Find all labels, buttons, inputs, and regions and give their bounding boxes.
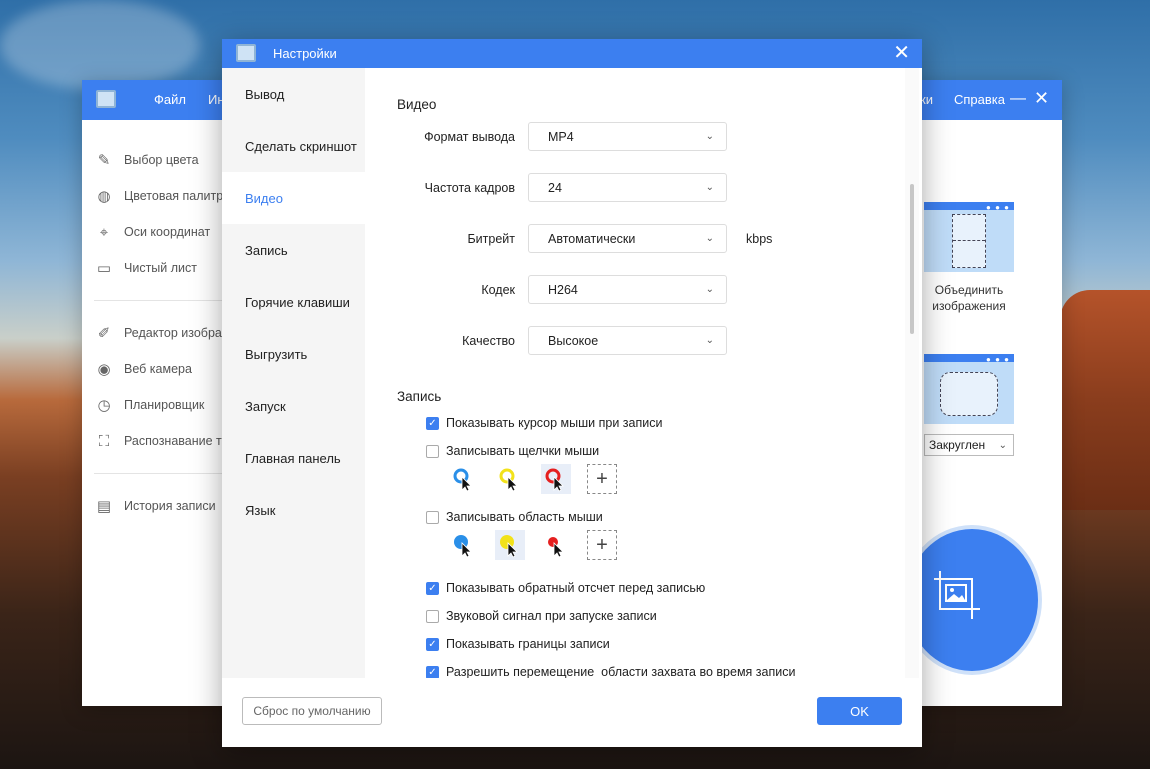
add-area-style-button[interactable]: + [587,530,617,560]
nav-startup[interactable]: Запуск [222,380,365,432]
record-area-option[interactable]: Записывать область мыши [426,510,603,524]
checkbox-unchecked[interactable] [426,609,439,623]
record-clicks-option[interactable]: Записывать щелчки мыши [426,444,599,458]
whiteboard-icon: ▭ [96,260,112,277]
countdown-option[interactable]: ✓ Показывать обратный отсчет перед запис… [426,581,705,595]
bitrate-label: Битрейт [467,232,515,246]
add-click-style-button[interactable]: + [587,464,617,494]
dialog-title: Настройки [273,46,337,61]
nav-main-panel[interactable]: Главная панель [222,432,365,484]
fps-label: Частота кадров [424,181,515,195]
format-select[interactable]: MP4 ⌄ [528,122,727,151]
merge-images-icon [952,214,986,268]
menu-file[interactable]: Файл [154,92,186,107]
fps-select[interactable]: 24 ⌄ [528,173,727,202]
nav-record[interactable]: Запись [222,224,365,276]
video-section-title: Видео [397,97,437,112]
quality-select[interactable]: Высокое ⌄ [528,326,727,355]
codec-label: Кодек [481,283,515,297]
scrollbar-thumb[interactable] [910,184,914,334]
checkbox-checked[interactable]: ✓ [426,581,439,595]
bitrate-unit: kbps [746,232,773,246]
dialog-titlebar: Настройки ✕ [222,39,922,68]
minimize-button[interactable]: — [1010,90,1026,108]
settings-content: Видео Формат вывода MP4 ⌄ Частота кадров… [365,68,905,678]
chevron-down-icon: ⌄ [705,284,714,295]
move-area-option[interactable]: ✓ Разрешить перемещение области захвата … [426,665,795,678]
rounded-select[interactable]: Закруглен ⌄ [924,434,1014,456]
nav-video[interactable]: Видео [222,172,365,224]
dialog-footer: Сброс по умолчанию OK [222,678,922,747]
chevron-down-icon: ⌄ [998,439,1007,451]
ok-button[interactable]: OK [817,697,902,725]
close-icon[interactable]: ✕ [893,42,910,64]
click-cursor-yellow[interactable] [495,464,525,494]
window-dots-icon: ● ● ● [986,355,1010,364]
nav-output[interactable]: Вывод [222,68,365,120]
click-cursor-blue[interactable] [449,464,479,494]
settings-nav: Вывод Сделать скриншот Видео Запись Горя… [222,68,365,678]
divider [94,473,224,474]
right-panel: ● ● ● Объединить изображения ● ● ● Закру… [924,202,1024,456]
quality-label: Качество [462,334,515,348]
scrollbar-track[interactable] [905,68,919,678]
format-label: Формат вывода [424,130,515,144]
checkbox-unchecked[interactable] [426,444,439,458]
screenshot-button[interactable] [902,525,1042,675]
record-section-title: Запись [397,389,442,404]
checkbox-unchecked[interactable] [426,510,439,524]
area-cursor-yellow[interactable] [495,530,525,560]
history-icon: ▤ [96,498,112,515]
codec-select[interactable]: H264 ⌄ [528,275,727,304]
merge-images-label: Объединить изображения [932,283,1006,313]
merge-images-card[interactable]: ● ● ● [924,202,1014,272]
nav-hotkeys[interactable]: Горячие клавиши [222,276,365,328]
desert-background [1060,290,1150,510]
borders-option[interactable]: ✓ Показывать границы записи [426,637,610,651]
beep-option[interactable]: Звуковой сигнал при запуске записи [426,609,657,623]
main-close-button[interactable]: ✕ [1034,88,1049,109]
settings-dialog: Настройки ✕ Вывод Сделать скриншот Видео… [222,39,922,747]
webcam-icon: ◉ [97,361,111,378]
chevron-down-icon: ⌄ [705,233,714,244]
reset-defaults-button[interactable]: Сброс по умолчанию [242,697,382,725]
checkbox-checked[interactable]: ✓ [426,665,439,678]
image-editor-icon: ✐ [97,325,111,342]
menu-help[interactable]: Справка [954,92,1005,107]
chevron-down-icon: ⌄ [705,131,714,142]
click-cursor-styles: + [449,464,617,494]
chevron-down-icon: ⌄ [705,182,714,193]
app-logo-icon [236,44,256,62]
app-logo-icon [96,90,116,108]
rounded-corners-card[interactable]: ● ● ● [924,354,1014,424]
checkbox-checked[interactable]: ✓ [426,637,439,651]
bitrate-select[interactable]: Автоматически ⌄ [528,224,727,253]
crop-image-icon [934,571,980,619]
rounded-rect-icon [940,372,998,416]
chevron-down-icon: ⌄ [705,335,714,346]
area-cursor-red[interactable] [541,530,571,560]
nav-upload[interactable]: Выгрузить [222,328,365,380]
checkbox-checked[interactable]: ✓ [426,416,439,430]
ocr-icon: ⛶ [98,432,110,450]
area-cursor-blue[interactable] [449,530,479,560]
show-cursor-option[interactable]: ✓ Показывать курсор мыши при записи [426,416,662,430]
nav-language[interactable]: Язык [222,484,365,536]
palette-icon: ◍ [97,188,111,205]
pencil-icon: ✎ [97,152,111,169]
clock-icon: ◷ [97,397,111,414]
nav-screenshot[interactable]: Сделать скриншот [222,120,365,172]
area-cursor-styles: + [449,530,617,560]
window-dots-icon: ● ● ● [986,203,1010,212]
crosshair-icon: ⌖ [99,223,109,241]
click-cursor-red[interactable] [541,464,571,494]
divider [94,300,224,301]
